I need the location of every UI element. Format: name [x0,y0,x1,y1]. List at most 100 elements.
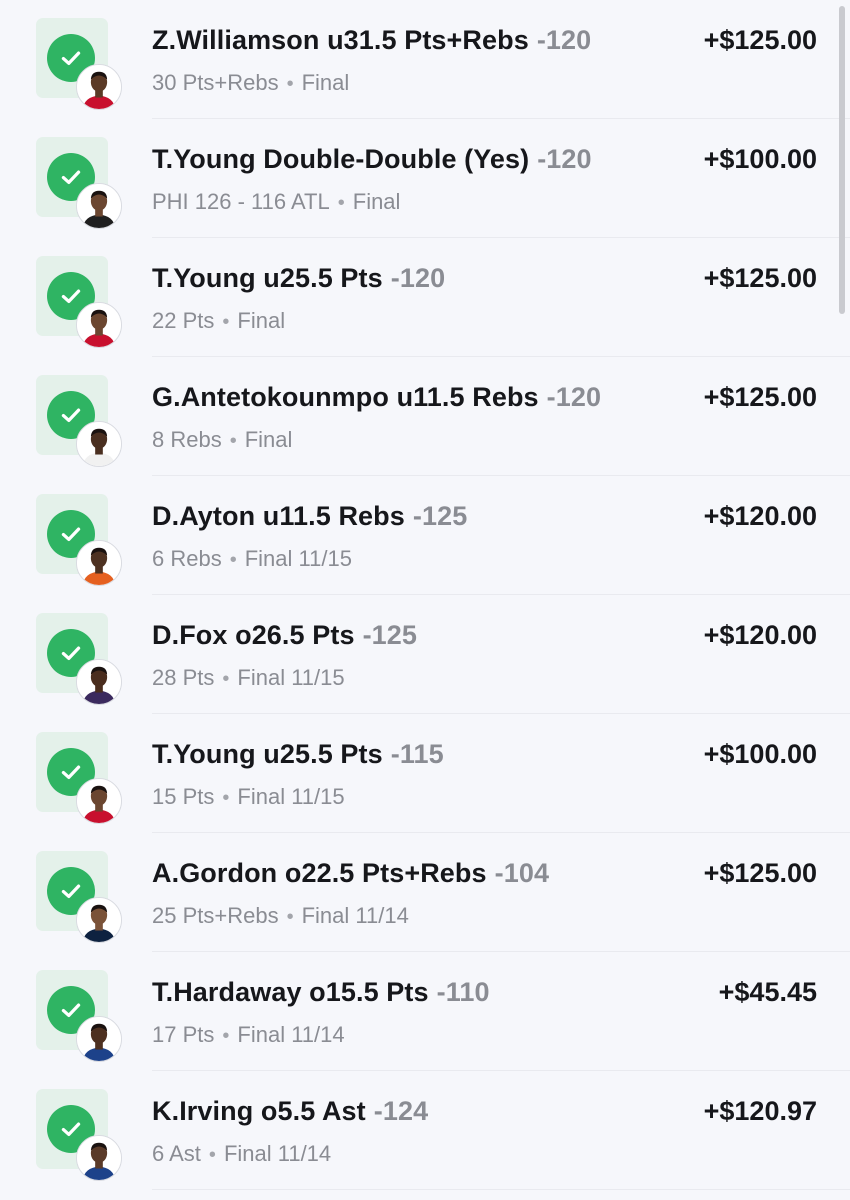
bet-payout: +$100.00 [703,739,817,769]
bet-status: Final 11/14 [223,1141,332,1166]
bet-title: D.Fox o26.5 Pts -125 [152,620,417,651]
separator-dot: • [222,311,230,333]
bet-title: T.Young u25.5 Pts -115 [152,739,444,770]
separator-dot: • [222,668,230,690]
bet-result: 17 Pts [152,1022,215,1047]
bet-odds: -124 [373,1096,429,1126]
bet-odds: -125 [412,501,468,531]
bet-title: K.Irving o5.5 Ast -124 [152,1096,428,1127]
bet-title: T.Young u25.5 Pts -120 [152,263,445,294]
bet-result: PHI 126 - 116 ATL [152,189,330,214]
bet-status: Final [237,308,286,333]
bet-selection: D.Fox o26.5 Pts [152,620,355,650]
bet-result-line: 25 Pts+Rebs • Final 11/14 [152,903,409,929]
bet-row[interactable]: D.Ayton u11.5 Rebs -125 6 Rebs • Final 11/1… [0,476,850,595]
bet-result-line: PHI 126 - 116 ATL • Final [152,189,400,215]
bet-payout: +$125.00 [703,263,817,293]
bet-title: A.Gordon o22.5 Pts+Rebs -104 [152,858,549,889]
bet-result-line: 6 Rebs • Final 11/15 [152,546,352,572]
bet-result-line: 15 Pts • Final 11/15 [152,784,345,810]
player-avatar [76,421,122,467]
bet-row[interactable]: K.Irving o5.5 Ast -124 6 Ast • Final 11/14 … [0,1071,850,1190]
bet-odds: -110 [436,977,490,1007]
bet-result-line: 17 Pts • Final 11/14 [152,1022,345,1048]
player-avatar [76,659,122,705]
bet-row[interactable]: D.Fox o26.5 Pts -125 28 Pts • Final 11/15 +… [0,595,850,714]
bet-odds: -115 [390,739,444,769]
bet-odds: -120 [546,382,602,412]
separator-dot: • [286,73,294,95]
bet-result: 25 Pts+Rebs [152,903,279,928]
player-avatar [76,897,122,943]
bet-selection: Z.Williamson u31.5 Pts+Rebs [152,25,529,55]
bet-selection: T.Young u25.5 Pts [152,739,383,769]
player-avatar [76,183,122,229]
bet-result: 15 Pts [152,784,215,809]
bet-status: Final [301,70,350,95]
bet-status: Final 11/14 [301,903,409,928]
bet-title: D.Ayton u11.5 Rebs -125 [152,501,467,532]
bet-status: Final [352,189,401,214]
bet-result: 6 Rebs [152,546,222,571]
bet-row[interactable]: A.Gordon o22.5 Pts+Rebs -104 25 Pts+Rebs •… [0,833,850,952]
bet-payout: +$45.45 [718,977,817,1007]
bet-payout: +$100.00 [703,144,817,174]
separator-dot: • [337,192,345,214]
bet-odds: -104 [494,858,550,888]
separator-dot: • [229,549,237,571]
bet-result-line: 8 Rebs • Final [152,427,292,453]
bet-selection: D.Ayton u11.5 Rebs [152,501,405,531]
bet-status: Final 11/14 [237,1022,345,1047]
bet-title: Z.Williamson u31.5 Pts+Rebs -120 [152,25,591,56]
bet-result: 28 Pts [152,665,215,690]
separator-dot: • [229,430,237,452]
bet-odds: -120 [390,263,446,293]
bet-payout: +$120.00 [703,620,817,650]
bet-row[interactable]: T.Hardaway o15.5 Pts -110 17 Pts • Final 11… [0,952,850,1071]
bet-row[interactable]: G.Antetokounmpo u11.5 Rebs -120 8 Rebs • Fi… [0,357,850,476]
bet-result-line: 30 Pts+Rebs • Final [152,70,349,96]
bet-selection: T.Hardaway o15.5 Pts [152,977,429,1007]
bet-selection: T.Young u25.5 Pts [152,263,383,293]
bet-result: 8 Rebs [152,427,222,452]
bet-payout: +$120.97 [703,1096,817,1126]
scrollbar[interactable] [839,6,845,314]
bet-payout: +$125.00 [703,858,817,888]
bet-result: 30 Pts+Rebs [152,70,279,95]
player-avatar [76,540,122,586]
bet-payout: +$120.00 [703,501,817,531]
bet-odds: -125 [362,620,418,650]
bet-result: 6 Ast [152,1141,201,1166]
player-avatar [76,302,122,348]
bet-status: Final 11/15 [237,784,345,809]
bet-title: G.Antetokounmpo u11.5 Rebs -120 [152,382,601,413]
bet-row[interactable]: T.Young u25.5 Pts -120 22 Pts • Final +$125… [0,238,850,357]
bet-result-line: 6 Ast • Final 11/14 [152,1141,331,1167]
player-avatar [76,1135,122,1181]
player-avatar [76,1016,122,1062]
separator-dot: • [286,906,294,928]
separator-dot: • [222,787,230,809]
bet-selection: A.Gordon o22.5 Pts+Rebs [152,858,487,888]
bet-status: Final 11/15 [237,665,345,690]
bet-selection: K.Irving o5.5 Ast [152,1096,366,1126]
separator-dot: • [222,1025,230,1047]
bet-row[interactable]: Z.Williamson u31.5 Pts+Rebs -120 30 Pts+R… [0,0,850,119]
bet-row[interactable]: T.Young u25.5 Pts -115 15 Pts • Final 11/15… [0,714,850,833]
player-avatar [76,778,122,824]
separator-dot: • [208,1144,216,1166]
bet-result-line: 22 Pts • Final [152,308,285,334]
bet-status: Final [244,427,293,452]
bet-payout: +$125.00 [703,25,817,55]
bet-selection: G.Antetokounmpo u11.5 Rebs [152,382,539,412]
bet-title: T.Young Double-Double (Yes) -120 [152,144,592,175]
bet-title: T.Hardaway o15.5 Pts -110 [152,977,490,1008]
bet-row[interactable]: T.Young Double-Double (Yes) -120 PHI 126 … [0,119,850,238]
bet-payout: +$125.00 [703,382,817,412]
player-avatar [76,64,122,110]
bet-odds: -120 [537,144,592,174]
bet-result-line: 28 Pts • Final 11/15 [152,665,345,691]
bet-status: Final 11/15 [244,546,352,571]
bet-selection: T.Young Double-Double (Yes) [152,144,530,174]
bet-result: 22 Pts [152,308,215,333]
